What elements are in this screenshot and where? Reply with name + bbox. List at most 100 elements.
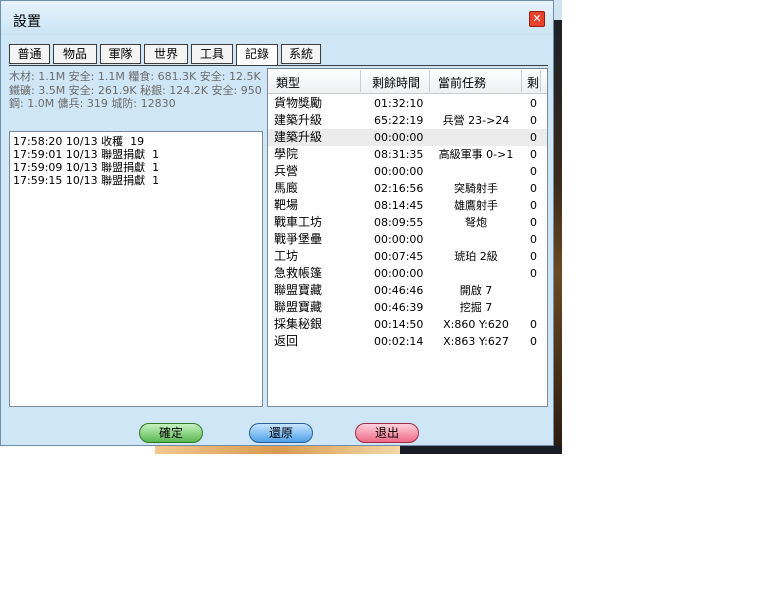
log-list[interactable]: 17:58:20 10/13 收穫 19 17:59:01 10/13 聯盟捐獻… [9,131,263,407]
tab-divider [9,65,548,66]
cell-type: 聯盟寶藏 [274,300,323,314]
cell-type: 戰車工坊 [274,215,323,229]
cell-time: 00:07:45 [374,250,424,263]
cell-type: 學院 [274,147,299,161]
cell-task: 開啟 7 [459,284,493,297]
cell-task: 突騎射手 [454,182,498,195]
cell-time: 00:14:50 [374,318,424,331]
cell-type: 兵營 [274,164,299,178]
column-header-type[interactable]: 類型 [276,74,300,91]
cell-time: 01:32:10 [374,97,424,110]
table-row[interactable]: 戰車工坊 08:09:55 弩炮 0 [268,214,547,231]
cell-type: 急救帳篷 [274,266,323,280]
tab-system[interactable]: 系統 [281,44,321,64]
cell-count: 0 [530,267,537,280]
cell-type: 靶場 [274,198,299,212]
table-row[interactable]: 兵營 00:00:00 0 [268,163,547,180]
cell-count: 0 [530,199,537,212]
cell-count: 0 [530,182,537,195]
cell-time: 08:31:35 [374,148,424,161]
log-entry: 17:59:01 10/13 聯盟捐獻 1 [13,148,160,161]
tab-army[interactable]: 軍隊 [100,44,141,64]
cell-count: 0 [530,216,537,229]
cell-time: 00:46:39 [374,301,424,314]
table-row[interactable]: 返回 00:02:14 X:863 Y:627 0 [268,333,547,350]
table-row[interactable]: 工坊 00:07:45 琥珀 2級 0 [268,248,547,265]
tab-tools[interactable]: 工具 [191,44,233,64]
cell-type: 採集秘銀 [274,317,323,331]
background-game-strip [400,446,562,454]
cell-count: 0 [530,165,537,178]
tab-items[interactable]: 物品 [53,44,97,64]
background-game-strip [155,446,400,454]
exit-button[interactable]: 退出 [355,423,419,443]
cell-time: 00:00:00 [374,267,424,280]
cell-task: X:860 Y:620 [443,318,509,331]
cell-time: 65:22:19 [374,114,424,127]
table-row[interactable]: 戰爭堡壘 00:00:00 0 [268,231,547,248]
log-entry: 17:58:20 10/13 收穫 19 [13,135,145,148]
cell-time: 08:09:55 [374,216,424,229]
table-row[interactable]: 學院 08:31:35 高級軍事 0->1 0 [268,146,547,163]
queue-table[interactable]: 類型 剩餘時間 當前任務 剩 貨物獎勵 01:32:10 0 建築升級 65:22:19… [267,68,548,407]
cell-type: 貨物獎勵 [274,96,323,110]
table-row[interactable]: 靶場 08:14:45 雄鷹射手 0 [268,197,547,214]
table-row[interactable]: 聯盟寶藏 00:46:46 開啟 7 [268,282,547,299]
cell-count: 0 [530,250,537,263]
cell-count: 0 [530,233,537,246]
title-bar[interactable]: 設置 ✕ [1,1,553,35]
column-header-task[interactable]: 當前任務 [438,74,486,91]
resource-line: 木材: 1.1M 安全: 1.1M 糧食: 681.3K 安全: 12.5K [9,70,261,83]
table-header: 類型 剩餘時間 當前任務 剩 [268,69,547,94]
cell-task: 高級軍事 0->1 [438,148,514,161]
reset-button[interactable]: 還原 [249,423,313,443]
table-row[interactable]: 馬廄 02:16:56 突騎射手 0 [268,180,547,197]
close-icon[interactable]: ✕ [529,11,545,27]
table-row[interactable]: 急救帳篷 00:00:00 0 [268,265,547,282]
table-row[interactable]: 貨物獎勵 01:32:10 0 [268,95,547,112]
settings-dialog: 設置 ✕ 普通 物品 軍隊 世界 工具 記錄 系統 木材: 1.1M 安全: 1… [0,0,554,446]
cell-time: 00:00:00 [374,131,424,144]
cell-task: 琥珀 2級 [454,250,498,263]
table-row[interactable]: 建築升級 65:22:19 兵營 23->24 0 [268,112,547,129]
cell-time: 00:46:46 [374,284,424,297]
column-header-remaining[interactable]: 剩 [527,74,539,91]
cell-task: 雄鷹射手 [454,199,498,212]
cell-count: 0 [530,131,537,144]
cell-task: 弩炮 [465,216,487,229]
cell-type: 聯盟寶藏 [274,283,323,297]
cell-count: 0 [530,97,537,110]
table-row[interactable]: 建築升級 00:00:00 0 [268,129,547,146]
resource-line: 鋼: 1.0M 傭兵: 319 城防: 12830 [9,97,176,110]
cell-time: 00:02:14 [374,335,424,348]
cell-task: 兵營 23->24 [442,114,510,127]
resource-summary: 木材: 1.1M 安全: 1.1M 糧食: 681.3K 安全: 12.5K 鐵… [9,70,265,111]
cell-time: 08:14:45 [374,199,424,212]
cell-count: 0 [530,335,537,348]
cell-type: 戰爭堡壘 [274,232,323,246]
cell-time: 00:00:00 [374,233,424,246]
log-entry: 17:59:15 10/13 聯盟捐獻 1 [13,174,160,187]
table-row[interactable]: 聯盟寶藏 00:46:39 挖掘 7 [268,299,547,316]
resource-line: 鐵礦: 3.5M 安全: 261.9K 秘銀: 124.2K 安全: 950 [9,83,262,97]
cell-type: 工坊 [274,249,299,263]
window-title: 設置 [13,14,41,30]
cell-count: 0 [530,318,537,331]
tab-records[interactable]: 記錄 [236,44,278,66]
log-entry: 17:59:09 10/13 聯盟捐獻 1 [13,161,160,174]
column-header-time[interactable]: 剩餘時間 [372,74,420,91]
cell-type: 馬廄 [274,181,299,195]
cell-type: 建築升級 [274,130,323,144]
background-game-strip [554,0,562,454]
tab-general[interactable]: 普通 [9,44,50,64]
cell-task: X:863 Y:627 [443,335,509,348]
tab-world[interactable]: 世界 [144,44,188,64]
confirm-button[interactable]: 確定 [139,423,203,443]
table-row[interactable]: 採集秘銀 00:14:50 X:860 Y:620 0 [268,316,547,333]
cell-type: 建築升級 [274,113,323,127]
cell-time: 02:16:56 [374,182,424,195]
cell-count: 0 [530,114,537,127]
cell-task: 挖掘 7 [459,301,493,314]
cell-time: 00:00:00 [374,165,424,178]
cell-type: 返回 [274,334,299,348]
